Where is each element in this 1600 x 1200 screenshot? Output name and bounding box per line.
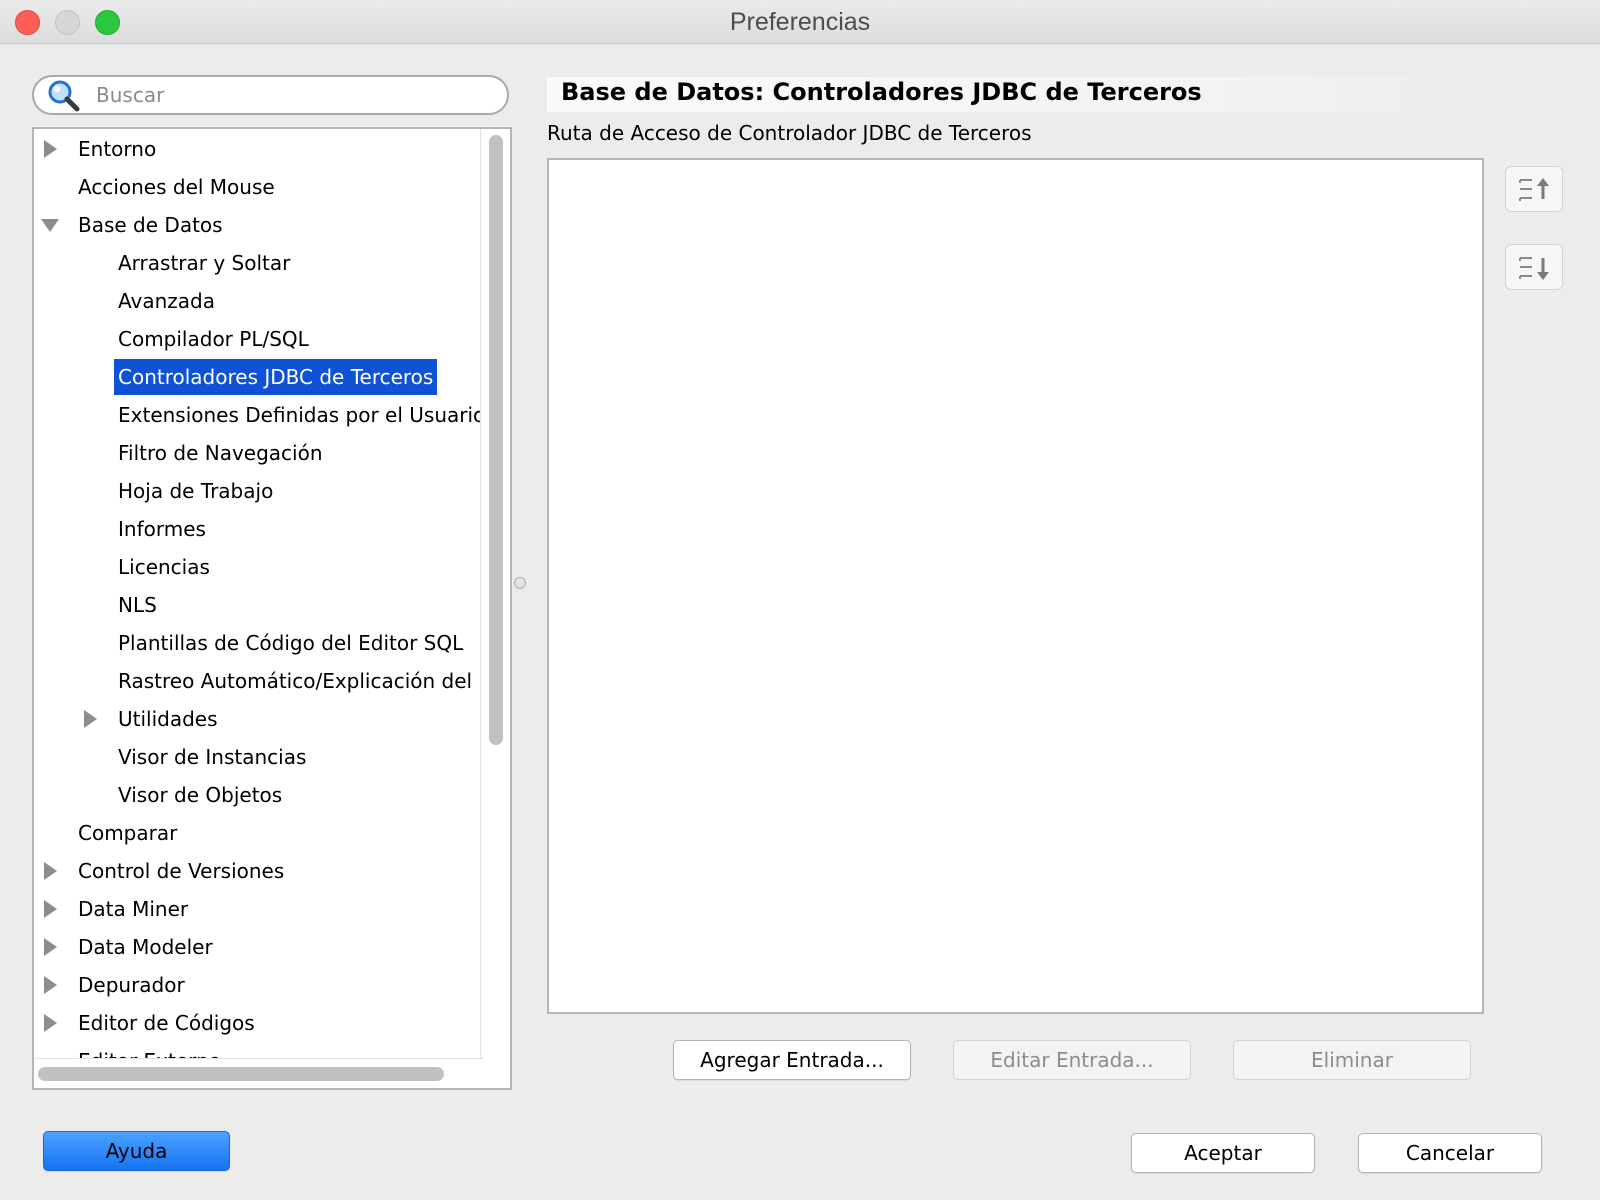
tree-item[interactable]: NLS xyxy=(114,587,161,623)
tree-item-label: Avanzada xyxy=(118,289,215,313)
tree-item[interactable]: Comparar xyxy=(74,815,181,851)
tree-item-label: Licencias xyxy=(118,555,210,579)
tree-item[interactable]: Extensiones Definidas por el Usuario xyxy=(114,397,484,433)
tree-item-label: Depurador xyxy=(78,973,185,997)
tree-item-label: Arrastrar y Soltar xyxy=(118,251,291,275)
tree-item[interactable]: Informes xyxy=(114,511,210,547)
tree-item[interactable]: Plantillas de Código del Editor SQL xyxy=(114,625,467,661)
tree-item-label: Rastreo Automático/Explicación del P xyxy=(118,669,484,693)
horizontal-scrollbar[interactable] xyxy=(34,1058,484,1088)
tree-list: Entorno Acciones del Mouse Base de Datos Ar… xyxy=(34,129,484,1059)
tree-item[interactable]: Depurador xyxy=(44,967,189,1003)
tree-item-label: NLS xyxy=(118,593,157,617)
help-button[interactable]: Ayuda xyxy=(43,1131,230,1171)
move-up-button[interactable] xyxy=(1505,166,1563,212)
tree-item[interactable]: Editor Externo xyxy=(74,1043,225,1059)
vertical-scrollbar[interactable] xyxy=(480,129,510,1059)
title-bar: Preferencias xyxy=(0,0,1600,44)
tree-item[interactable]: Visor de Instancias xyxy=(114,739,310,775)
tree-item[interactable]: Utilidades xyxy=(84,701,222,737)
window-title: Preferencias xyxy=(729,8,871,36)
tree-item-label: Hoja de Trabajo xyxy=(118,479,274,503)
tree-item[interactable]: Base de Datos xyxy=(41,207,227,243)
move-down-button[interactable] xyxy=(1505,244,1563,290)
page-title: Base de Datos: Controladores JDBC de Ter… xyxy=(561,78,1202,106)
tree-item-label: Comparar xyxy=(78,821,178,845)
splitter-handle[interactable] xyxy=(514,577,526,589)
tree-item-label: Informes xyxy=(118,517,206,541)
tree-item-label: Entorno xyxy=(78,137,157,161)
tree-item-label: Plantillas de Código del Editor SQL xyxy=(118,631,464,655)
collapsed-arrow-icon[interactable] xyxy=(40,131,60,167)
driver-path-label: Ruta de Acceso de Controlador JDBC de Te… xyxy=(547,121,1032,145)
horizontal-scroll-thumb[interactable] xyxy=(38,1067,444,1081)
tree-item[interactable]: Entorno xyxy=(44,131,160,167)
collapsed-arrow-icon[interactable] xyxy=(80,701,100,737)
tree-item[interactable]: Rastreo Automático/Explicación del P xyxy=(114,663,484,699)
tree-item-label: Base de Datos xyxy=(78,213,223,237)
tree-item-label: Filtro de Navegación xyxy=(118,441,323,465)
tree-item[interactable]: Acciones del Mouse xyxy=(74,169,279,205)
tree-item[interactable]: Controladores JDBC de Terceros xyxy=(114,359,438,395)
tree-item[interactable]: Control de Versiones xyxy=(44,853,288,889)
edit-entry-button[interactable]: Editar Entrada... xyxy=(953,1040,1191,1080)
collapsed-arrow-icon[interactable] xyxy=(40,929,60,965)
tree-item[interactable]: Editor de Códigos xyxy=(44,1005,259,1041)
tree-item[interactable]: Arrastrar y Soltar xyxy=(114,245,294,281)
tree-item-label: Controladores JDBC de Terceros xyxy=(114,359,438,395)
vertical-scroll-thumb[interactable] xyxy=(489,135,503,745)
collapsed-arrow-icon[interactable] xyxy=(40,967,60,1003)
tree-item-label: Compilador PL/SQL xyxy=(118,327,309,351)
add-entry-button[interactable]: Agregar Entrada... xyxy=(673,1040,911,1080)
tree-item-label: Visor de Objetos xyxy=(118,783,283,807)
tree-item-label: Visor de Instancias xyxy=(118,745,307,769)
tree-item[interactable]: Compilador PL/SQL xyxy=(114,321,313,357)
ok-button[interactable]: Aceptar xyxy=(1131,1133,1315,1173)
cancel-button[interactable]: Cancelar xyxy=(1358,1133,1542,1173)
tree-item-label: Control de Versiones xyxy=(78,859,285,883)
tree-item[interactable]: Data Miner xyxy=(44,891,192,927)
tree-item[interactable]: Avanzada xyxy=(114,283,219,319)
collapsed-arrow-icon[interactable] xyxy=(40,853,60,889)
collapsed-arrow-icon[interactable] xyxy=(40,1005,60,1041)
tree-item-label: Acciones del Mouse xyxy=(78,175,275,199)
tree-item-label: Data Modeler xyxy=(78,935,213,959)
tree-item-label: Editor de Códigos xyxy=(78,1011,255,1035)
tree-item[interactable]: Licencias xyxy=(114,549,214,585)
magnifier-icon xyxy=(48,80,80,112)
tree-item-label: Utilidades xyxy=(118,707,218,731)
search-box[interactable] xyxy=(32,75,509,115)
move-up-icon xyxy=(1519,178,1549,201)
tree-item-label: Data Miner xyxy=(78,897,189,921)
tree-item[interactable]: Hoja de Trabajo xyxy=(114,473,277,509)
collapsed-arrow-icon[interactable] xyxy=(40,891,60,927)
tree-item[interactable]: Filtro de Navegación xyxy=(114,435,327,471)
expanded-arrow-icon[interactable] xyxy=(40,207,60,243)
remove-entry-button[interactable]: Eliminar xyxy=(1233,1040,1471,1080)
move-down-icon xyxy=(1519,257,1549,280)
page-heading: Base de Datos: Controladores JDBC de Ter… xyxy=(547,77,1482,112)
driver-path-list[interactable] xyxy=(547,158,1484,1014)
tree-item[interactable]: Data Modeler xyxy=(44,929,217,965)
preferences-tree: Entorno Acciones del Mouse Base de Datos Ar… xyxy=(32,127,512,1090)
tree-item[interactable]: Visor de Objetos xyxy=(114,777,286,813)
tree-item-label: Editor Externo xyxy=(74,1043,225,1059)
search-input[interactable] xyxy=(96,81,496,109)
tree-item-label: Extensiones Definidas por el Usuario xyxy=(118,403,484,427)
